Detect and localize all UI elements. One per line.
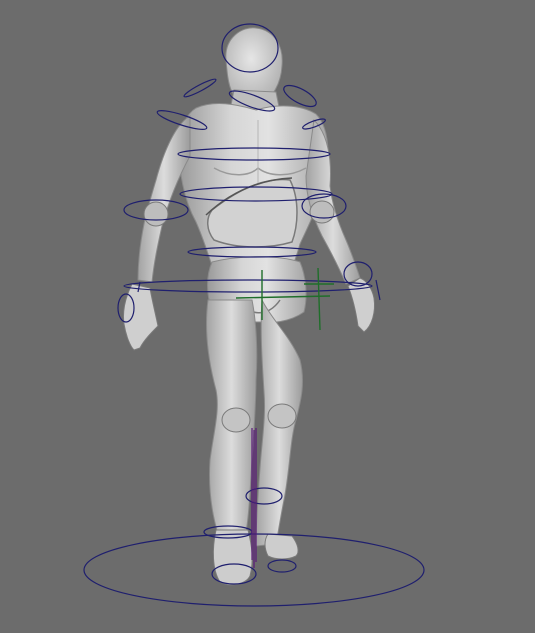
foot-control-right-icon[interactable] — [267, 559, 297, 573]
mesh-hand-left[interactable] — [123, 283, 159, 351]
clavicle-control-left-icon[interactable] — [183, 77, 218, 99]
mesh-knee-right — [267, 403, 297, 429]
character-mesh[interactable] — [123, 27, 375, 586]
3d-viewport[interactable] — [0, 0, 535, 633]
mesh-knee-left — [221, 407, 251, 433]
mesh-elbow-left — [143, 201, 169, 227]
mesh-arm-right[interactable] — [305, 118, 361, 285]
mesh-foot-right[interactable] — [264, 533, 299, 560]
mesh-elbow-right — [309, 200, 335, 224]
mesh-arm-left[interactable] — [137, 115, 191, 283]
viewport-canvas[interactable] — [0, 0, 535, 633]
